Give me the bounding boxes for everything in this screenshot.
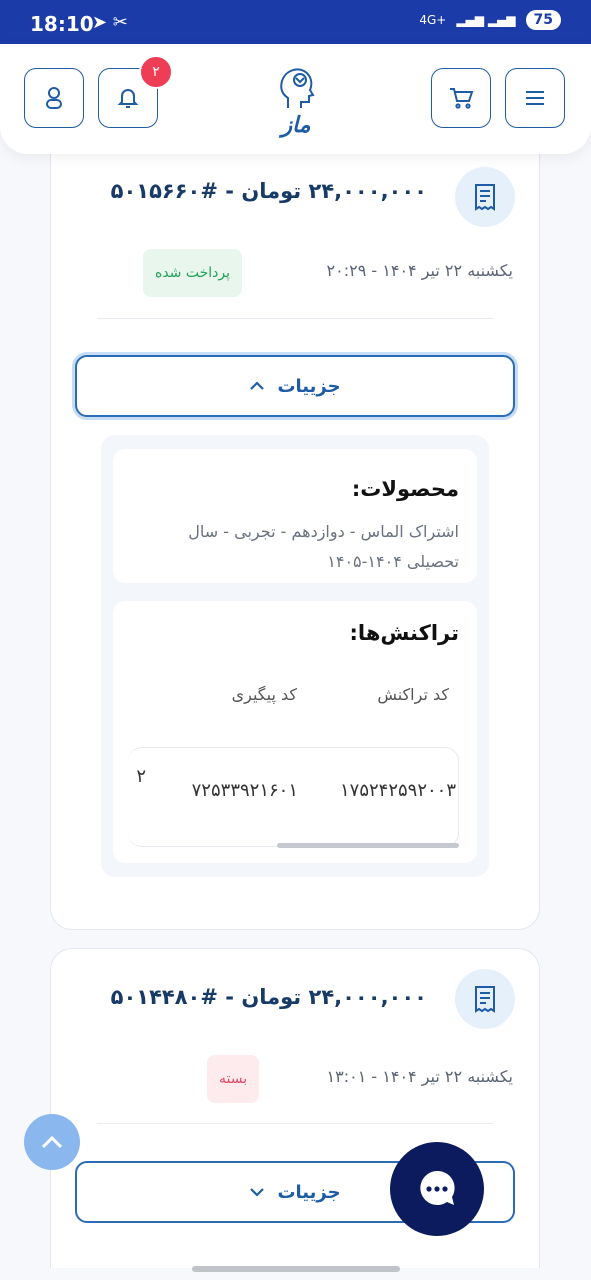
divider xyxy=(97,318,493,319)
products-text: اشتراک الماس - دوازدهم - تجربی - سال تحص… xyxy=(188,522,459,571)
status-time: 18:10 xyxy=(30,12,94,36)
bell-icon xyxy=(117,89,139,108)
signal-icon: ▂▄▆ ▂▄▆ xyxy=(456,13,516,27)
horizontal-scrollbar[interactable] xyxy=(277,843,459,848)
network-label: 4G+ xyxy=(419,13,447,27)
chat-icon xyxy=(420,1170,455,1205)
column-tracking-code: کد پیگیری xyxy=(231,685,297,704)
order-title: ۲۴,۰۰۰,۰۰۰ تومان - #۵۰۱۴۴۸۰ xyxy=(110,985,427,1009)
order-receipt-badge xyxy=(455,969,515,1029)
products-heading: محصولات: xyxy=(351,477,459,501)
notification-badge: ۲ xyxy=(139,55,173,89)
transactions-heading: تراکنش‌ها: xyxy=(349,621,459,645)
scroll-to-top-button[interactable] xyxy=(24,1114,80,1170)
transactions-table-row[interactable]: ۱۷۵۲۴۲۵۹۲۰۰۳ ۷۲۵۳۳۹۲۱۶۰۱ ۲ xyxy=(128,747,459,847)
order-card: ۲۴,۰۰۰,۰۰۰ تومان - #۵۰۱۵۶۶۰ یکشنبه ۲۲ تی… xyxy=(50,124,540,930)
cart-button[interactable] xyxy=(431,68,491,128)
home-indicator[interactable] xyxy=(192,1266,400,1272)
app-header: ۲ ماز xyxy=(0,44,591,154)
order-datetime: یکشنبه ۲۲ تیر ۱۴۰۴ - ۲۰:۲۹ xyxy=(326,261,513,280)
status-bar: 18:10 ➤ ✂ 4G+ ▂▄▆ ▂▄▆ 75 xyxy=(0,0,591,44)
truncated-cell: ۲ xyxy=(136,766,146,787)
order-datetime: یکشنبه ۲۲ تیر ۱۴۰۴ - ۱۳:۰۱ xyxy=(326,1067,513,1086)
details-label: جزییات xyxy=(277,1181,341,1203)
chevron-down-icon xyxy=(250,1188,265,1197)
chevron-up-icon xyxy=(250,381,265,390)
arrow-up-icon xyxy=(41,1135,63,1149)
transaction-code-cell: ۱۷۵۲۴۲۵۹۲۰۰۳ xyxy=(339,780,456,801)
chat-button[interactable] xyxy=(390,1142,484,1236)
details-toggle-button[interactable]: جزییات xyxy=(75,355,515,417)
profile-button[interactable] xyxy=(24,68,84,128)
menu-button[interactable] xyxy=(505,68,565,128)
menu-icon xyxy=(526,91,544,105)
column-transaction-code: کد تراکنش xyxy=(377,685,449,704)
status-badge: پرداخت شده xyxy=(143,249,243,297)
logo-text: ماز xyxy=(281,112,311,138)
order-receipt-badge xyxy=(455,167,515,227)
tracking-code-cell: ۷۲۵۳۳۹۲۱۶۰۱ xyxy=(191,780,298,801)
notifications-button[interactable]: ۲ xyxy=(98,55,173,128)
user-icon xyxy=(46,87,62,109)
details-label: جزییات xyxy=(277,375,341,397)
receipt-icon xyxy=(475,986,495,1013)
status-badge: بسته xyxy=(207,1055,260,1103)
transactions-section: تراکنش‌ها: کد تراکنش کد پیگیری ۱۷۵۲۴۲۵۹۲… xyxy=(113,601,477,863)
details-panel: محصولات: اشتراک الماس - دوازدهم - تجربی … xyxy=(101,435,489,877)
status-notification-icons: ➤ ✂ xyxy=(92,12,128,33)
cart-icon xyxy=(450,88,474,109)
app-logo[interactable]: ماز xyxy=(266,62,326,142)
divider xyxy=(97,1123,493,1124)
receipt-icon xyxy=(475,184,495,211)
order-title: ۲۴,۰۰۰,۰۰۰ تومان - #۵۰۱۵۶۶۰ xyxy=(110,179,427,203)
products-section: محصولات: اشتراک الماس - دوازدهم - تجربی … xyxy=(113,449,477,583)
logo-head-icon xyxy=(280,68,315,108)
battery-indicator: 75 xyxy=(525,10,561,30)
